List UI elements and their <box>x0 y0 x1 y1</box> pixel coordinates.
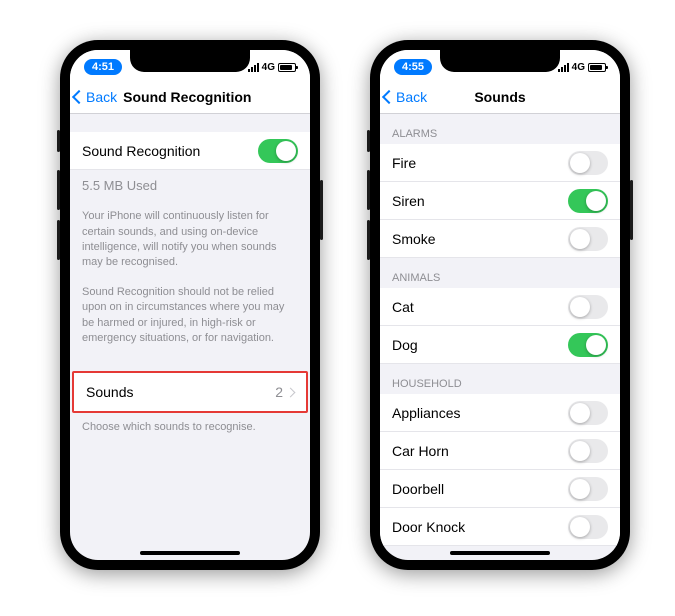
row-label: Siren <box>392 193 425 209</box>
sounds-row[interactable]: Sounds 2 <box>74 373 306 411</box>
usage-text: 5.5 MB Used <box>70 170 310 202</box>
row-label: Fire <box>392 155 416 171</box>
page-title: Sounds <box>474 89 525 105</box>
row-label: Sounds <box>86 384 133 400</box>
row-doorbell[interactable]: Doorbell <box>380 470 620 508</box>
description-1: Your iPhone will continuously listen for… <box>70 202 310 278</box>
notch <box>130 50 250 72</box>
signal-icon <box>558 62 569 72</box>
row-label: Door Knock <box>392 519 465 535</box>
notch <box>440 50 560 72</box>
sounds-row-highlight: Sounds 2 <box>72 371 308 413</box>
toggle-doorbell[interactable] <box>568 477 608 501</box>
sound-recognition-toggle[interactable] <box>258 139 298 163</box>
toggle-dog[interactable] <box>568 333 608 357</box>
back-label: Back <box>86 89 117 105</box>
chevron-left-icon <box>382 89 396 103</box>
row-label: Appliances <box>392 405 461 421</box>
row-dog[interactable]: Dog <box>380 326 620 364</box>
row-siren[interactable]: Siren <box>380 182 620 220</box>
sounds-footer: Choose which sounds to recognise. <box>70 413 310 442</box>
row-fire[interactable]: Fire <box>380 144 620 182</box>
section-header-alarms: ALARMS <box>380 114 620 144</box>
page-title: Sound Recognition <box>123 89 251 105</box>
chevron-left-icon <box>72 89 86 103</box>
network-label: 4G <box>572 62 585 73</box>
toggle-appliances[interactable] <box>568 401 608 425</box>
chevron-right-icon <box>286 387 296 397</box>
description-2: Sound Recognition should not be relied u… <box>70 278 310 354</box>
status-time: 4:51 <box>84 59 122 75</box>
back-button[interactable]: Back <box>70 89 117 105</box>
network-label: 4G <box>262 62 275 73</box>
row-value: 2 <box>275 384 283 400</box>
toggle-smoke[interactable] <box>568 227 608 251</box>
row-appliances[interactable]: Appliances <box>380 394 620 432</box>
toggle-door-knock[interactable] <box>568 515 608 539</box>
phone-right: 4:55 4G Back Sounds ALARMS Fire <box>370 40 630 570</box>
home-indicator[interactable] <box>140 551 240 555</box>
toggle-siren[interactable] <box>568 189 608 213</box>
nav-bar: Back Sound Recognition <box>70 80 310 114</box>
row-smoke[interactable]: Smoke <box>380 220 620 258</box>
status-time: 4:55 <box>394 59 432 75</box>
sound-recognition-toggle-row[interactable]: Sound Recognition <box>70 132 310 170</box>
row-car-horn[interactable]: Car Horn <box>380 432 620 470</box>
home-indicator[interactable] <box>450 551 550 555</box>
toggle-fire[interactable] <box>568 151 608 175</box>
signal-icon <box>248 62 259 72</box>
back-button[interactable]: Back <box>380 89 427 105</box>
row-door-knock[interactable]: Door Knock <box>380 508 620 546</box>
nav-bar: Back Sounds <box>380 80 620 114</box>
row-label: Sound Recognition <box>82 143 200 159</box>
toggle-cat[interactable] <box>568 295 608 319</box>
section-header-household: HOUSEHOLD <box>380 364 620 394</box>
row-label: Dog <box>392 337 418 353</box>
row-cat[interactable]: Cat <box>380 288 620 326</box>
row-label: Smoke <box>392 231 436 247</box>
battery-icon <box>278 63 296 72</box>
row-label: Doorbell <box>392 481 444 497</box>
back-label: Back <box>396 89 427 105</box>
toggle-car-horn[interactable] <box>568 439 608 463</box>
phone-left: 4:51 4G Back Sound Recognition Sound Rec… <box>60 40 320 570</box>
battery-icon <box>588 63 606 72</box>
row-label: Car Horn <box>392 443 449 459</box>
section-header-animals: ANIMALS <box>380 258 620 288</box>
row-label: Cat <box>392 299 414 315</box>
